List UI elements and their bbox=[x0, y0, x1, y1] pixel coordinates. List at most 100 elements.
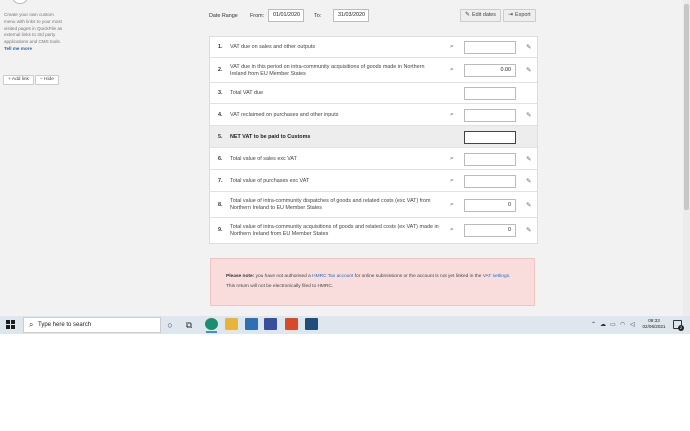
row-description: VAT due on sales and other outputs bbox=[230, 44, 316, 50]
vat-return-form: 1. VAT due on sales and other outputs ⌕ ✎ 2.… bbox=[209, 36, 538, 244]
vat-row: 4. VAT reclaimed on purchases and other i… bbox=[210, 104, 537, 126]
row-description: VAT due in this period on intra-communit… bbox=[230, 63, 425, 77]
plus-icon: + bbox=[8, 77, 11, 82]
magnifier-icon[interactable]: ⌕ bbox=[450, 66, 454, 74]
add-link-label: Add link bbox=[11, 77, 29, 82]
row-description: Total value of intra-community dispatche… bbox=[230, 198, 431, 211]
pencil-icon[interactable]: ✎ bbox=[526, 226, 532, 234]
sidebar: Create your own custom menu with links t… bbox=[0, 0, 78, 316]
row-number: 7. bbox=[218, 177, 223, 184]
add-link-button[interactable]: + Add link bbox=[3, 75, 34, 85]
row-number: 4. bbox=[218, 111, 223, 118]
tell-me-more-link[interactable]: Tell me more bbox=[4, 46, 32, 51]
export-icon: ⇥ bbox=[508, 12, 514, 18]
row-description: Total value of intra-community acquisiti… bbox=[230, 223, 439, 237]
vat-row: 8. Total value of intra-community dispatc… bbox=[210, 192, 537, 218]
notification-center-icon[interactable]: 2 bbox=[673, 320, 684, 331]
export-button[interactable]: ⇥ Export bbox=[503, 9, 536, 22]
notice-text-3: . bbox=[509, 274, 511, 279]
scrollbar-thumb[interactable] bbox=[684, 4, 689, 210]
magnifier-icon[interactable]: ⌕ bbox=[450, 177, 454, 185]
vat-settings-link[interactable]: VAT settings bbox=[483, 274, 509, 279]
app-icon-4[interactable] bbox=[264, 318, 277, 330]
vertical-scrollbar[interactable] bbox=[683, 0, 690, 316]
notice-text-2: for online submissions or the account is… bbox=[353, 274, 483, 279]
box-value-input[interactable] bbox=[464, 87, 516, 100]
vat-row: 3. Total VAT due bbox=[210, 83, 537, 104]
taskbar-clock[interactable]: 09:33 02/06/2021 bbox=[641, 318, 667, 330]
box-value-input[interactable]: 0 bbox=[464, 224, 516, 237]
magnifier-icon[interactable]: ⌕ bbox=[450, 226, 454, 234]
pencil-icon[interactable]: ✎ bbox=[526, 111, 532, 119]
row-description: Total value of purchases exc VAT bbox=[230, 177, 310, 184]
box-value-input[interactable] bbox=[464, 174, 516, 188]
pencil-icon[interactable]: ✎ bbox=[526, 155, 532, 163]
magnifier-icon[interactable]: ⌕ bbox=[450, 111, 454, 119]
vat-row: 1. VAT due on sales and other outputs ⌕ ✎ bbox=[210, 37, 537, 58]
row-number: 2. bbox=[218, 67, 223, 73]
edge-icon[interactable] bbox=[205, 318, 218, 330]
pencil-icon[interactable]: ✎ bbox=[526, 66, 532, 74]
pencil-icon[interactable]: ✎ bbox=[526, 43, 532, 51]
box-value-input[interactable]: 0.00 bbox=[464, 64, 516, 77]
magnifier-icon[interactable]: ⌕ bbox=[450, 43, 454, 51]
vat-row: 6. Total value of sales exc VAT ⌕ ✎ bbox=[210, 148, 537, 170]
vat-row: 5. NET VAT to be paid to Customs bbox=[210, 126, 537, 148]
edit-dates-button[interactable]: ✎ Edit dates bbox=[460, 9, 502, 22]
to-label: To: bbox=[314, 13, 322, 19]
taskbar-search-box[interactable]: ⌕ Type here to search bbox=[23, 317, 161, 333]
hide-label: Hide bbox=[44, 77, 54, 82]
row-number: 9. bbox=[218, 227, 223, 233]
box-value-input[interactable] bbox=[464, 41, 516, 54]
box-value-input[interactable] bbox=[464, 130, 516, 144]
notice-bold: Please note: bbox=[226, 274, 255, 279]
app-icon-6[interactable] bbox=[305, 318, 318, 330]
office-icon[interactable] bbox=[285, 318, 298, 330]
magnifier-icon[interactable]: ⌕ bbox=[450, 155, 454, 163]
volume-icon[interactable]: ◁ bbox=[630, 321, 635, 328]
wifi-icon[interactable]: ◠ bbox=[620, 321, 625, 328]
cortana-icon[interactable]: ○ bbox=[164, 319, 176, 331]
vat-row: 7. Total value of purchases exc VAT ⌕ ✎ bbox=[210, 170, 537, 192]
row-number: 3. bbox=[218, 90, 223, 96]
blurb-text: Create your own custom menu with links t… bbox=[4, 12, 63, 45]
pencil-icon[interactable]: ✎ bbox=[526, 201, 532, 209]
vat-row: 9. Total value of intra-community acquisi… bbox=[210, 218, 537, 243]
from-label: From: bbox=[250, 13, 265, 19]
row-number: 1. bbox=[218, 44, 223, 50]
hide-button[interactable]: – Hide bbox=[35, 75, 59, 85]
export-label: Export bbox=[515, 12, 531, 18]
network-icon[interactable]: ▭ bbox=[610, 321, 616, 328]
custom-menu-blurb: Create your own custom menu with links t… bbox=[4, 12, 66, 53]
minus-icon: – bbox=[40, 77, 43, 82]
pencil-icon[interactable]: ✎ bbox=[526, 177, 532, 185]
row-number: 5. bbox=[218, 133, 223, 140]
clock-date: 02/06/2021 bbox=[642, 324, 666, 329]
row-number: 8. bbox=[218, 201, 223, 208]
mail-icon[interactable] bbox=[245, 318, 258, 330]
box-value-input[interactable] bbox=[464, 108, 516, 122]
notice-text-1: you have not authorised a bbox=[254, 274, 313, 279]
notice-line-2: This return will not be electronically f… bbox=[226, 284, 334, 289]
windows-start-icon[interactable] bbox=[6, 320, 15, 329]
file-explorer-icon[interactable] bbox=[225, 318, 238, 330]
authorisation-notice: Please note: you have not authorised a H… bbox=[210, 258, 535, 306]
taskbar-search-placeholder: Type here to search bbox=[38, 322, 92, 328]
magnifier-icon[interactable]: ⌕ bbox=[450, 201, 454, 209]
task-view-icon[interactable]: ⧉ bbox=[183, 319, 195, 331]
notice-line-1: Please note: you have not authorised a H… bbox=[226, 274, 510, 279]
hmrc-tax-account-link[interactable]: HMRC Tax account bbox=[312, 274, 353, 279]
chevron-up-icon[interactable]: ⌃ bbox=[591, 321, 596, 328]
cloud-icon[interactable]: ☁ bbox=[600, 321, 606, 328]
box-value-input[interactable]: 0 bbox=[464, 198, 516, 212]
search-icon: ⌕ bbox=[29, 320, 34, 329]
windows-taskbar: ⌕ Type here to search ○ ⧉ ⌃ ☁ ▭ ◠ ◁ 09:3… bbox=[0, 316, 690, 334]
from-date-input[interactable]: 01/01/2020 bbox=[268, 9, 304, 22]
edit-dates-label: Edit dates bbox=[472, 12, 497, 18]
notification-count: 2 bbox=[678, 325, 684, 331]
row-description: VAT reclaimed on purchases and other inp… bbox=[230, 111, 339, 118]
date-range-label: Date Range bbox=[209, 13, 238, 19]
to-date-input[interactable]: 31/03/2020 bbox=[333, 9, 369, 22]
row-description: Total value of sales exc VAT bbox=[230, 155, 297, 162]
box-value-input[interactable] bbox=[464, 152, 516, 166]
